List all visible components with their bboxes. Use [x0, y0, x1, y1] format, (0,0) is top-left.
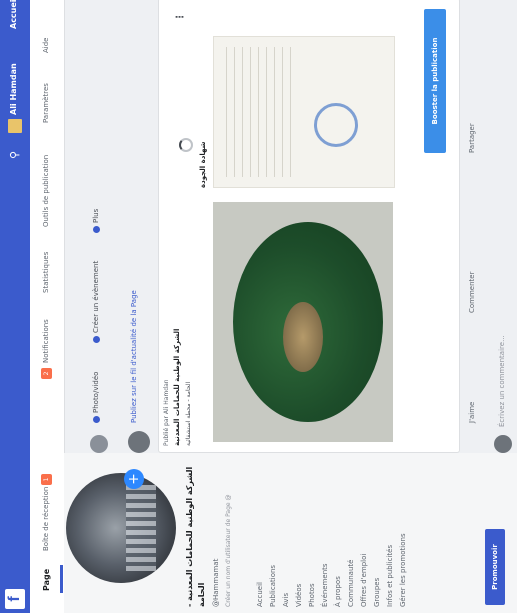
post-actions: J'aime Commenter Partager	[464, 0, 484, 453]
camera-icon	[92, 416, 100, 423]
action-label: Plus	[92, 208, 100, 223]
tab-help[interactable]: Aide	[42, 38, 50, 53]
page-nav: Page Boîte de réception 1 Notifications …	[30, 0, 65, 613]
more-button[interactable]: Plus	[92, 209, 100, 233]
sidebar-item-videos[interactable]: Vidéos	[293, 457, 306, 607]
share-button[interactable]: Partager	[468, 123, 476, 153]
post-caption: شهادة الجودة	[199, 141, 207, 188]
tab-insights[interactable]: Statistiques	[42, 252, 50, 293]
sidebar-item-ads-info[interactable]: Infos et publicités	[384, 457, 397, 607]
add-photo-icon[interactable]: +	[124, 469, 144, 489]
sidebar-item-community[interactable]: Communauté	[345, 457, 358, 607]
sidebar-item-posts[interactable]: Publications	[267, 457, 280, 607]
tab-inbox[interactable]: Boîte de réception	[42, 487, 50, 551]
more-icon	[92, 226, 100, 233]
sidebar-item-jobs[interactable]: Offres d'emploi	[358, 457, 371, 607]
facebook-logo[interactable]: f	[5, 589, 25, 609]
sidebar-item-promotions[interactable]: Gérer les promotions	[397, 457, 410, 607]
tab-notifications[interactable]: Notifications	[42, 319, 50, 363]
certificate-text	[226, 47, 296, 177]
avatar	[128, 431, 150, 453]
tab-settings[interactable]: Paramètres	[42, 83, 50, 123]
top-username[interactable]: Ali Hamdan	[9, 63, 18, 115]
sidebar-item-about[interactable]: À propos	[332, 457, 345, 607]
post-card: Publié par Ali Hamdan الشركة الوطنية للح…	[158, 0, 460, 453]
calendar-icon	[92, 336, 100, 343]
create-event-button[interactable]: Créer un évènement	[92, 261, 100, 343]
page-profile-photo[interactable]	[66, 473, 176, 583]
certificate-image[interactable]	[213, 36, 395, 188]
promote-button[interactable]: Promouvoir	[485, 529, 505, 605]
inbox-badge: 1	[41, 474, 52, 485]
comment-row: Écrivez un commentaire...	[492, 0, 516, 453]
app-window: f ⚲ Ali Hamdan Accueil Page Boîte de réc…	[0, 0, 517, 613]
action-label: Créer un évènement	[92, 260, 100, 333]
comment-button[interactable]: Commenter	[468, 272, 476, 313]
active-tab-indicator	[60, 565, 63, 593]
photo-video-button[interactable]: Photo/vidéo	[92, 372, 100, 423]
page-title[interactable]: الشركة الوطنية للحمامات المعدنية - الحام…	[184, 457, 208, 607]
boost-post-button[interactable]: Booster la publication	[424, 9, 446, 153]
like-button[interactable]: J'aime	[468, 402, 476, 423]
composer: Publiez sur le fil d'actualité de la Pag…	[120, 0, 156, 453]
home-link[interactable]: Accueil	[9, 0, 18, 29]
avatar	[494, 435, 512, 453]
post-image[interactable]	[213, 202, 393, 442]
sidebar-item-groups[interactable]: Groupes	[371, 457, 384, 607]
post-author[interactable]: الشركة الوطنية للحمامات المعدنية	[173, 286, 181, 446]
tab-page[interactable]: Page	[42, 569, 51, 591]
page-profile: + الشركة الوطنية للحمامات المعدنية - الح…	[64, 453, 517, 613]
avatar[interactable]	[8, 119, 22, 133]
post-meta: Publié par Ali Hamdan	[163, 379, 170, 446]
username-hint[interactable]: Créer un nom d'utilisateur de Page @	[224, 457, 233, 608]
composer-actions: Photo/vidéo Créer un évènement Plus	[78, 0, 118, 453]
notifications-badge: 2	[41, 368, 52, 379]
sidebar-item-reviews[interactable]: Avis	[280, 457, 293, 607]
tab-publishing-tools[interactable]: Outils de publication	[42, 155, 50, 227]
sidebar-item-photos[interactable]: Photos	[306, 457, 319, 607]
comment-input[interactable]: Écrivez un commentaire...	[498, 335, 506, 427]
post-text: الحامة - محطة استشفائية	[185, 381, 192, 446]
sidebar-menu: Accueil Publications Avis Vidéos Photos …	[254, 457, 410, 607]
top-bar: f ⚲ Ali Hamdan Accueil	[0, 0, 30, 613]
sidebar-item-home[interactable]: Accueil	[254, 457, 267, 607]
action-label: Photo/vidéo	[92, 371, 100, 413]
page-handle[interactable]: @Hammamat	[212, 559, 220, 607]
dome-top	[283, 302, 323, 372]
sidebar-item-events[interactable]: Événements	[319, 457, 332, 607]
composer-prompt[interactable]: Publiez sur le fil d'actualité de la Pag…	[130, 290, 138, 423]
seal-icon	[314, 103, 358, 147]
avatar	[90, 435, 108, 453]
search-icon[interactable]: ⚲	[7, 147, 23, 163]
more-options-icon[interactable]: ⋮	[175, 12, 186, 22]
loading-icon	[179, 138, 193, 152]
main-feed: Photo/vidéo Créer un évènement Plus Publ…	[64, 0, 517, 453]
